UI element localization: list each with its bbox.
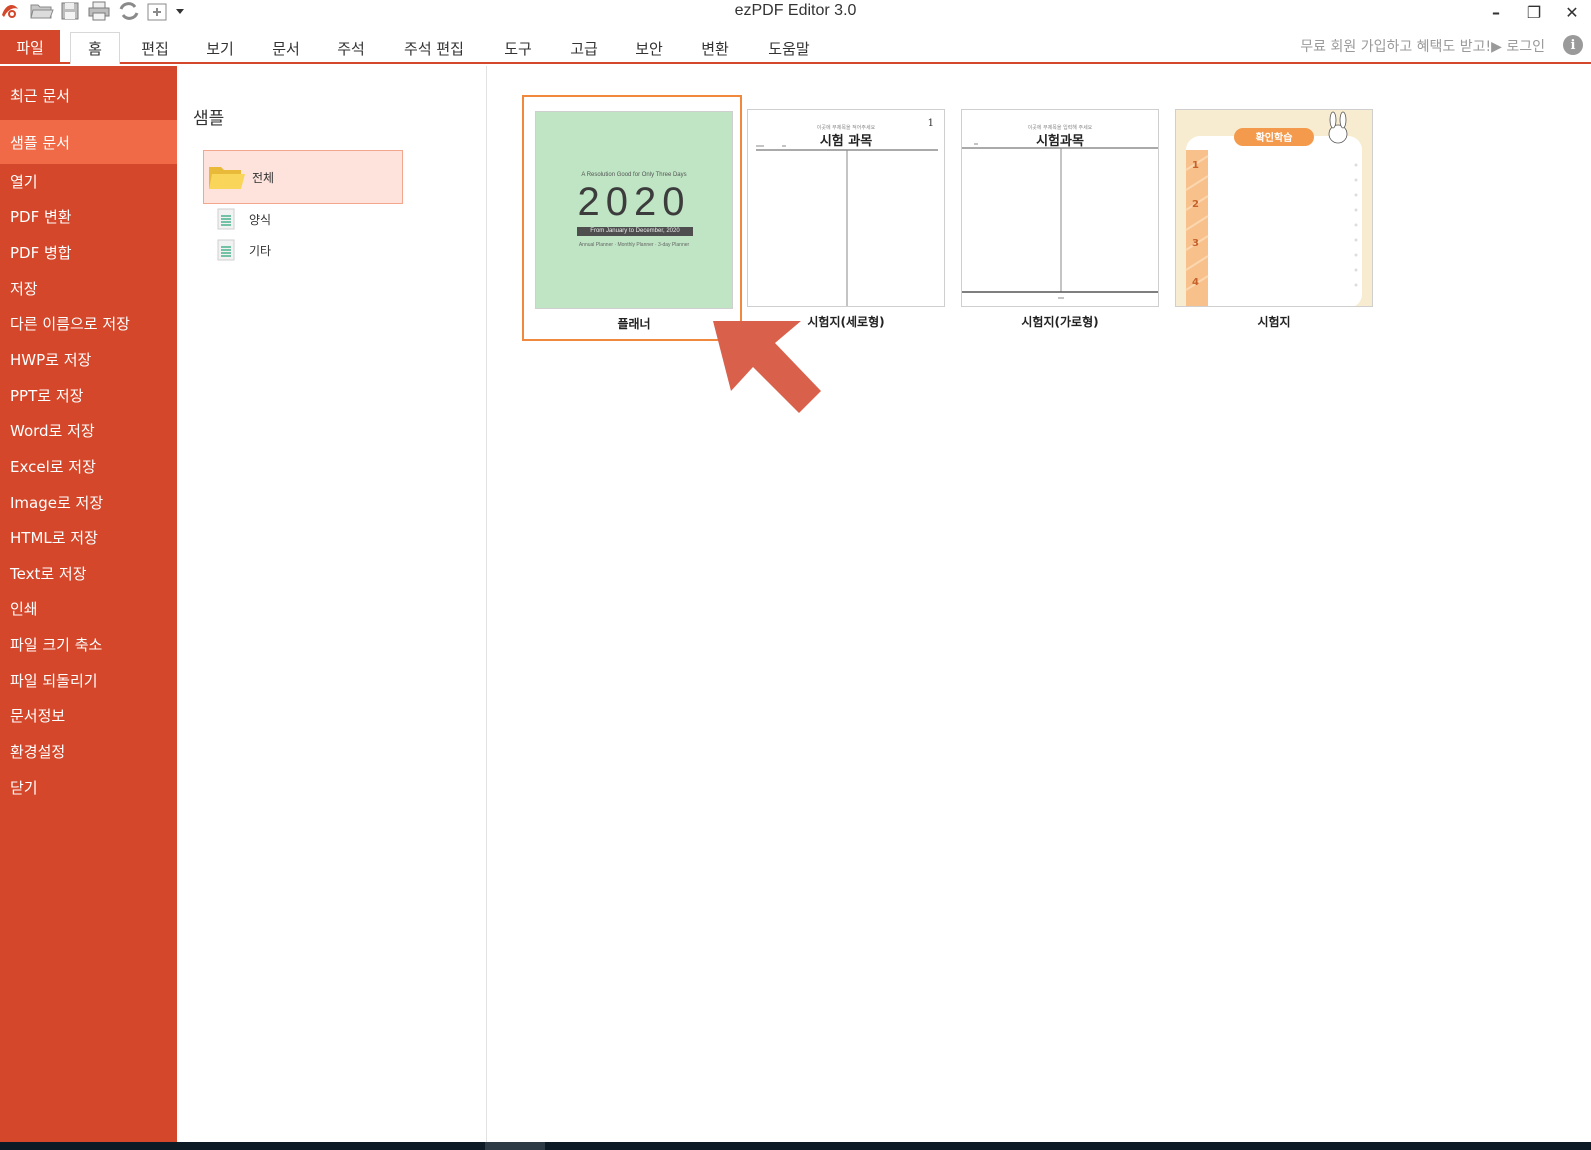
quiz-badge: 확인학습 [1255, 133, 1293, 144]
restore-button[interactable]: ❐ [1525, 3, 1543, 22]
tab-tools[interactable]: 도구 [493, 32, 543, 64]
sidebar-item-doc-info[interactable]: 문서정보 [0, 701, 177, 729]
sidebar-item-save-image[interactable]: Image로 저장 [0, 488, 177, 516]
sidebar-item-open[interactable]: 열기 [0, 167, 177, 195]
taskbar [0, 1142, 1591, 1150]
thumbnail-quiz[interactable]: 확인학습 1 2 3 4 시험지 [1164, 95, 1384, 341]
pointer-arrow-icon [713, 321, 821, 413]
sidebar-item-save-hwp[interactable]: HWP로 저장 [0, 345, 177, 373]
quiz-number-3: 3 [1192, 238, 1199, 249]
sidebar-item-recent[interactable]: 최근 문서 [0, 73, 177, 117]
sidebar-item-preferences[interactable]: 환경설정 [0, 737, 177, 765]
sidebar-item-save-ppt[interactable]: PPT로 저장 [0, 381, 177, 409]
tab-convert[interactable]: 변환 [690, 32, 740, 64]
folder-icon [208, 163, 246, 191]
window-controls: – ❐ ✕ [1487, 0, 1581, 24]
sidebar-item-print[interactable]: 인쇄 [0, 594, 177, 622]
sidebar-item-close[interactable]: 닫기 [0, 773, 177, 801]
sidebar-item-pdf-merge[interactable]: PDF 병합 [0, 238, 177, 266]
tab-view[interactable]: 보기 [195, 32, 245, 64]
folder-all-label: 전체 [252, 170, 275, 185]
info-icon[interactable]: i [1563, 35, 1583, 55]
category-form[interactable]: 양식 [217, 207, 271, 231]
planner-band: From January to December, 2020 [577, 227, 693, 236]
tab-document[interactable]: 문서 [261, 32, 311, 64]
ribbon-tabs: 파일 홈 편집 보기 문서 주석 주석 편집 도구 고급 보안 변환 도움말 무… [0, 28, 1591, 64]
planner-preview: A Resolution Good for Only Three Days 20… [535, 111, 733, 309]
category-etc-label: 기타 [249, 243, 272, 258]
sidebar-item-revert[interactable]: 파일 되돌리기 [0, 666, 177, 694]
document-icon [217, 239, 235, 261]
sidebar-item-save[interactable]: 저장 [0, 274, 177, 302]
sidebar-item-reduce-size[interactable]: 파일 크기 축소 [0, 630, 177, 658]
exam-grid-lines [756, 145, 938, 306]
thumbnail-label: 시험지(가로형) [1021, 315, 1099, 329]
quiz-number-1: 1 [1192, 160, 1199, 171]
signup-promo-link[interactable]: 무료 회원 가입하고 혜택도 받고!▶ 로그인 [1300, 36, 1545, 56]
quiz-preview: 확인학습 1 2 3 4 [1175, 109, 1373, 307]
tab-home[interactable]: 홈 [70, 32, 120, 64]
quiz-number-2: 2 [1192, 199, 1199, 210]
thumbnail-label: 시험지 [1257, 315, 1291, 329]
tab-help[interactable]: 도움말 [756, 32, 822, 64]
app-title: ezPDF Editor 3.0 [734, 2, 857, 19]
minimize-button[interactable]: – [1487, 3, 1505, 22]
document-icon [217, 208, 235, 230]
thumbnail-planner[interactable]: A Resolution Good for Only Three Days 20… [522, 95, 742, 341]
sidebar-item-save-excel[interactable]: Excel로 저장 [0, 452, 177, 480]
exam-vertical-preview: 1 이곳에 부제목을 적어주세요 시험 과목 [747, 109, 945, 307]
category-form-label: 양식 [249, 212, 272, 227]
sidebar-item-pdf-convert[interactable]: PDF 변환 [0, 202, 177, 230]
panel-title: 샘플 [193, 109, 225, 129]
quiz-number-4: 4 [1192, 277, 1199, 288]
sidebar-item-save-text[interactable]: Text로 저장 [0, 559, 177, 587]
tab-annotation-edit[interactable]: 주석 편집 [393, 32, 475, 64]
planner-footer: Annual Planner · Monthly Planner · 3-day… [578, 242, 690, 248]
title-bar: ezPDF Editor 3.0 – ❐ ✕ [0, 0, 1591, 28]
tab-advanced[interactable]: 고급 [559, 32, 609, 64]
thumbnail-exam-horizontal[interactable]: 이곳에 부제목을 입력해 주세요 시험과목 시험지(가로형) [950, 95, 1170, 341]
sidebar-item-save-as[interactable]: 다른 이름으로 저장 [0, 309, 177, 337]
thumbnail-exam-vertical[interactable]: 1 이곳에 부제목을 적어주세요 시험 과목 시험지(세로형) [736, 95, 956, 341]
exam-horizontal-preview: 이곳에 부제목을 입력해 주세요 시험과목 [961, 109, 1159, 307]
sample-category-panel: 샘플 전체 양식 기타 [177, 66, 487, 1142]
sidebar-item-save-word[interactable]: Word로 저장 [0, 416, 177, 444]
thumbnail-label: 플래너 [617, 317, 651, 331]
sample-thumbnail-grid: A Resolution Good for Only Three Days 20… [488, 66, 1591, 1142]
exam-grid-lines [962, 143, 1158, 299]
planner-subtitle: A Resolution Good for Only Three Days [581, 172, 687, 178]
folder-all[interactable]: 전체 [203, 150, 403, 204]
taskbar-item[interactable] [485, 1142, 545, 1150]
tab-annotation[interactable]: 주석 [326, 32, 376, 64]
tab-security[interactable]: 보안 [624, 32, 674, 64]
tab-file[interactable]: 파일 [0, 30, 60, 64]
close-button[interactable]: ✕ [1563, 3, 1581, 22]
sidebar-item-save-html[interactable]: HTML로 저장 [0, 523, 177, 551]
planner-year: 2020 [577, 180, 691, 224]
sidebar-item-samples[interactable]: 샘플 문서 [0, 120, 177, 164]
category-etc[interactable]: 기타 [217, 238, 271, 262]
tab-edit[interactable]: 편집 [130, 32, 180, 64]
file-menu-sidebar: 최근 문서 샘플 문서 열기 PDF 변환 PDF 병합 저장 다른 이름으로 … [0, 66, 177, 1142]
